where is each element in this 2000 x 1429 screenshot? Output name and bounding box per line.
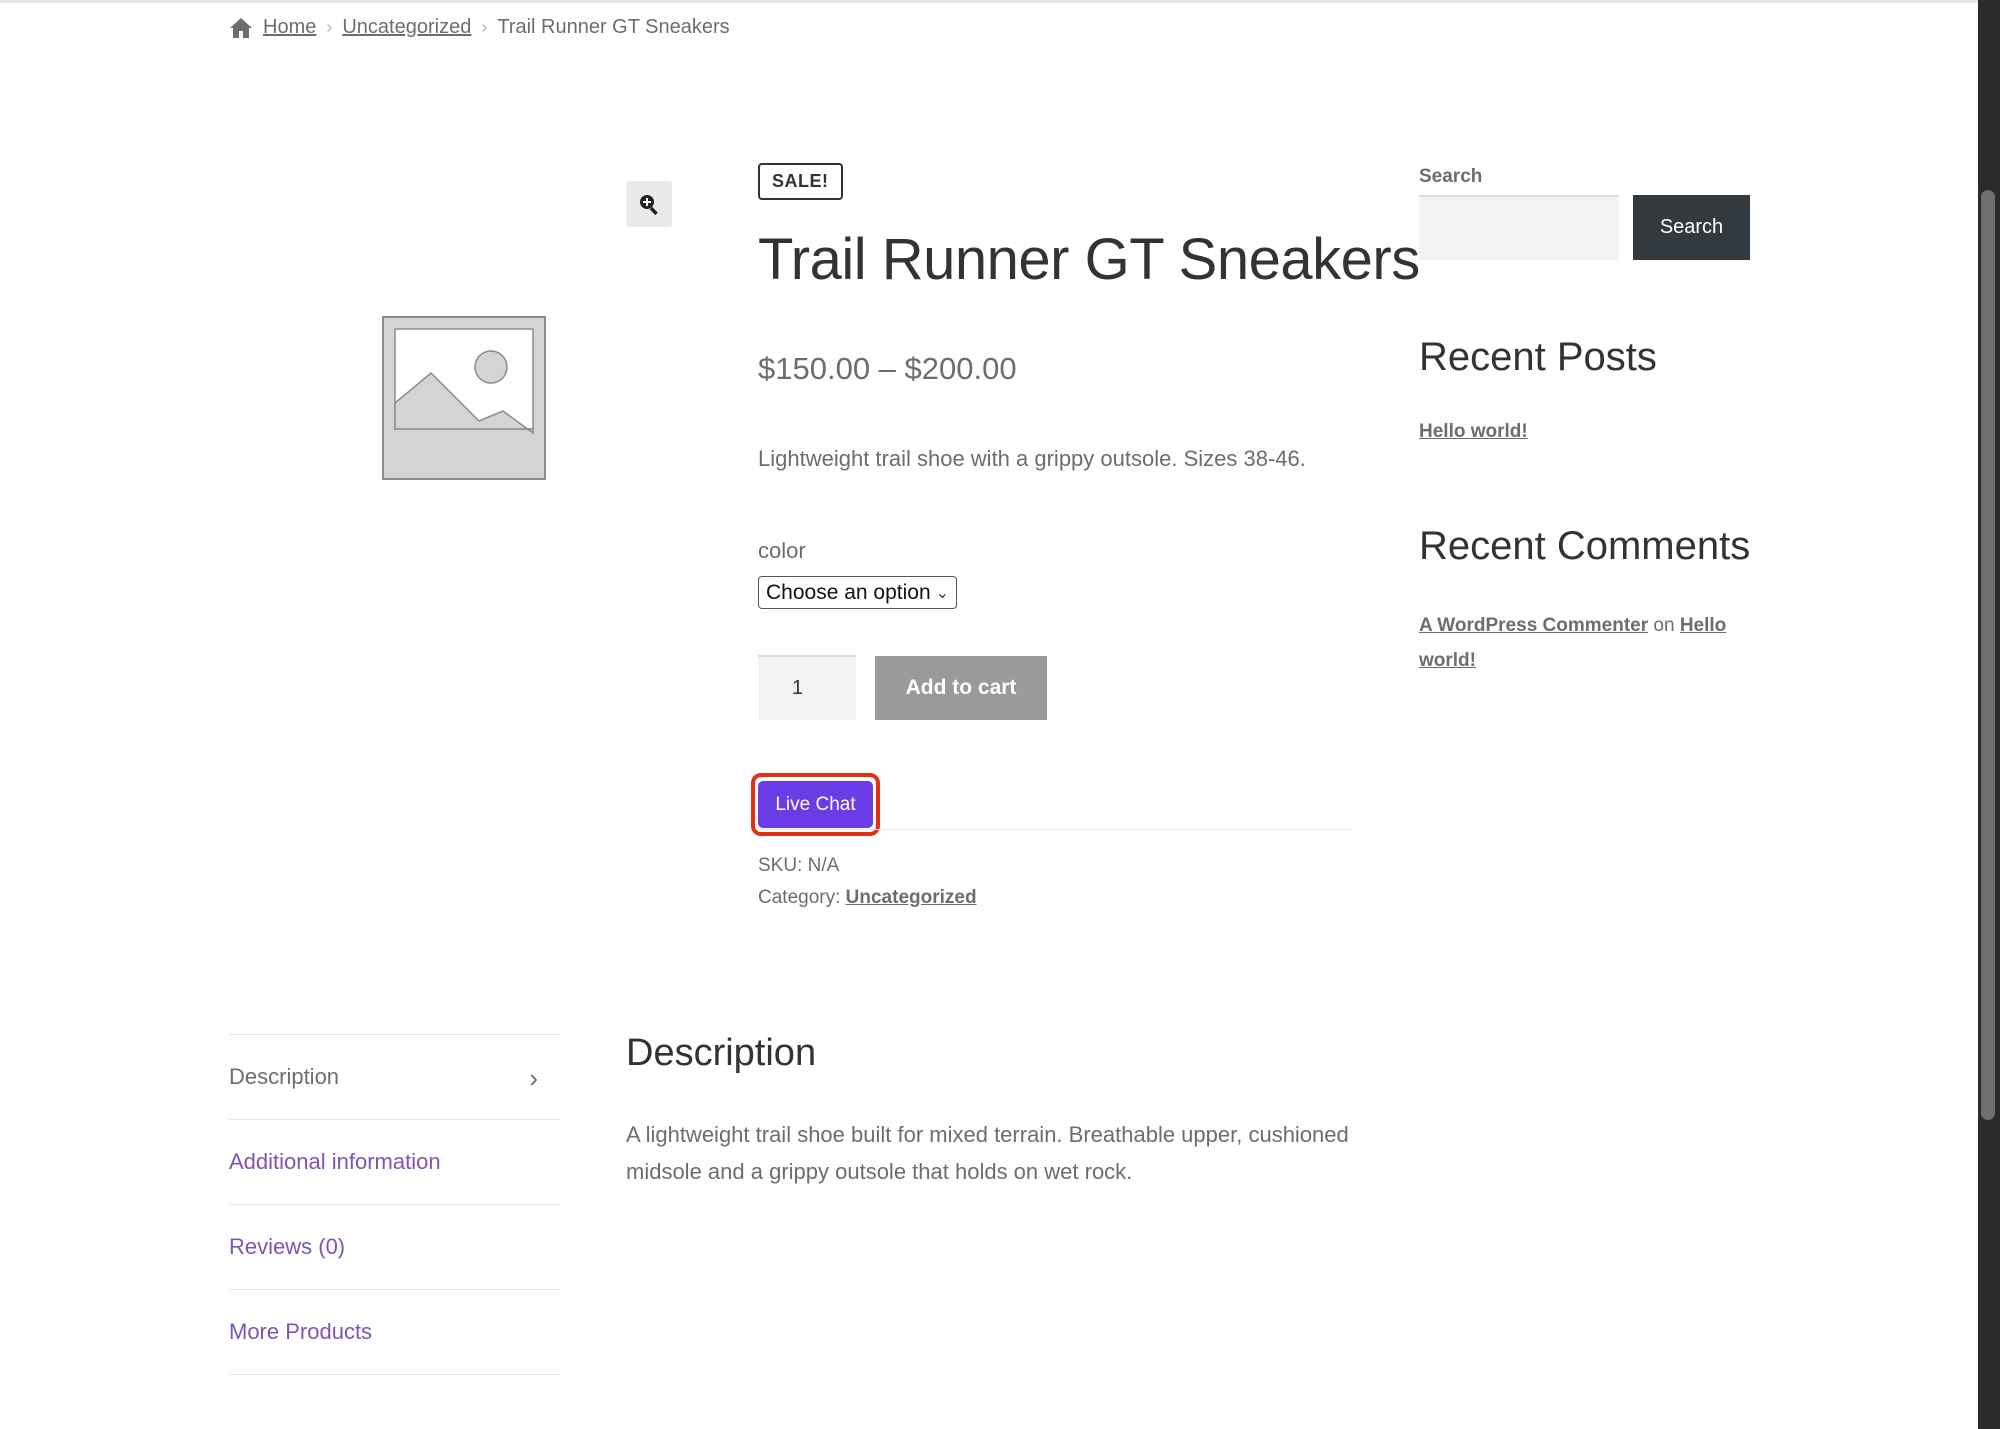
chevron-down-icon: ⌄	[935, 585, 949, 602]
sidebar-search-button[interactable]: Search	[1633, 195, 1750, 260]
quantity-value: 1	[792, 677, 804, 699]
breadcrumb-separator: ›	[326, 17, 333, 37]
live-chat-button[interactable]: Live Chat	[758, 781, 873, 828]
scrollbar-thumb[interactable]	[1981, 190, 1995, 1120]
recent-comment: A WordPress Commenter on Hello world!	[1419, 608, 1729, 678]
breadcrumb-current: Trail Runner GT Sneakers	[497, 16, 730, 38]
product-price: $150.00 – $200.00	[758, 351, 1017, 386]
category-link[interactable]: Uncategorized	[846, 887, 977, 908]
tab-label: Additional information	[229, 1149, 441, 1174]
product-tabs: Description › Additional information Rev…	[229, 1034, 560, 1375]
sku-label: SKU:	[758, 855, 803, 876]
product-sku: SKU: N/A	[758, 855, 839, 877]
product-short-description: Lightweight trail shoe with a grippy out…	[758, 446, 1306, 471]
color-attribute-label: color	[758, 538, 806, 563]
breadcrumb-category-link[interactable]: Uncategorized	[342, 16, 471, 39]
zoom-button[interactable]	[626, 181, 672, 227]
sale-badge: SALE!	[758, 163, 843, 200]
product-category: Category: Uncategorized	[758, 887, 977, 909]
chevron-right-icon: ›	[529, 1063, 538, 1093]
product-image[interactable]	[381, 315, 547, 481]
description-body: A lightweight trail shoe built for mixed…	[626, 1122, 1349, 1184]
comment-author-link[interactable]: A WordPress Commenter	[1419, 615, 1648, 636]
tab-label: More Products	[229, 1319, 373, 1344]
comment-on-text: on	[1653, 615, 1675, 636]
image-placeholder-icon	[382, 316, 546, 480]
product-title: Trail Runner GT Sneakers	[758, 227, 1420, 292]
tab-description[interactable]: Description ›	[229, 1034, 560, 1119]
color-select-value: Choose an option	[766, 580, 931, 604]
home-icon	[229, 17, 253, 39]
top-border	[0, 0, 1978, 3]
meta-divider	[758, 829, 1352, 830]
breadcrumb: Home › Uncategorized › Trail Runner GT S…	[229, 16, 730, 39]
breadcrumb-separator: ›	[481, 17, 488, 37]
sku-value: N/A	[807, 855, 840, 876]
tab-additional-information[interactable]: Additional information	[229, 1119, 560, 1204]
color-select[interactable]: Choose an option ⌄	[758, 576, 957, 609]
tab-more-products[interactable]: More Products	[229, 1289, 560, 1375]
quantity-input[interactable]: 1	[758, 655, 856, 720]
sidebar-search-label: Search	[1419, 166, 1483, 187]
zoom-in-icon	[640, 195, 658, 216]
add-to-cart-button[interactable]: Add to cart	[875, 656, 1047, 720]
description-heading: Description	[626, 1032, 817, 1074]
recent-posts-heading: Recent Posts	[1419, 335, 1657, 379]
sidebar-search-input[interactable]	[1419, 195, 1619, 260]
tab-label: Description	[229, 1064, 340, 1089]
recent-comments-heading: Recent Comments	[1419, 524, 1751, 568]
category-label: Category:	[758, 887, 841, 908]
tab-label: Reviews (0)	[229, 1234, 346, 1259]
recent-post-link[interactable]: Hello world!	[1419, 421, 1528, 442]
tab-reviews[interactable]: Reviews (0)	[229, 1204, 560, 1289]
page-scrollbar[interactable]	[1978, 0, 2000, 1429]
breadcrumb-home-link[interactable]: Home	[263, 16, 316, 39]
